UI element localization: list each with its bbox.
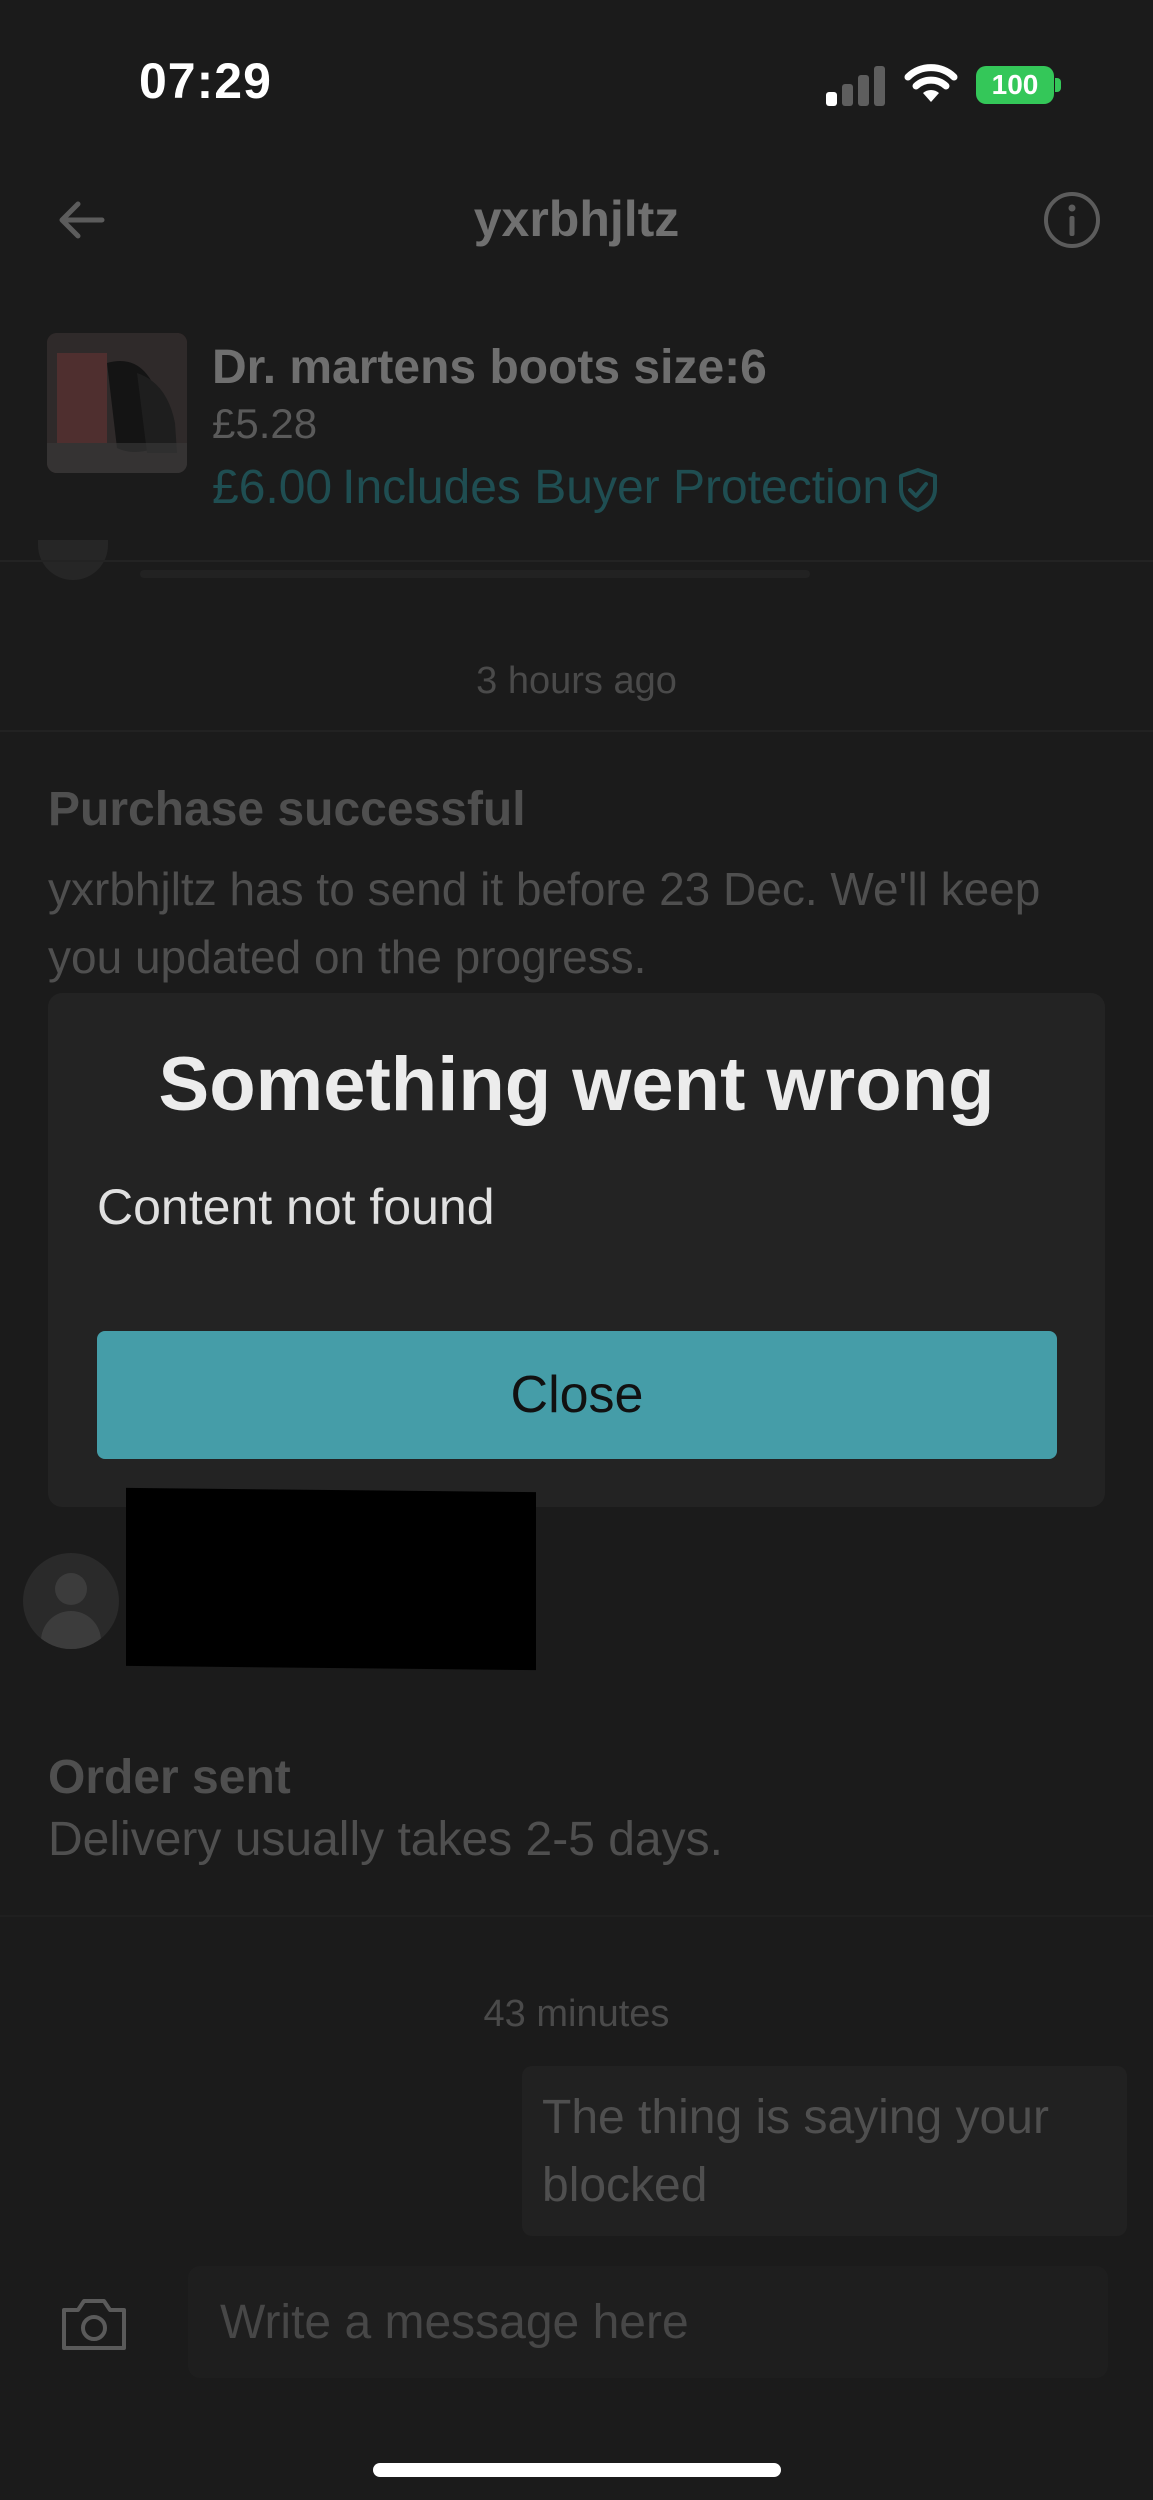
partial-message <box>140 570 810 578</box>
divider <box>0 1915 1153 1917</box>
timestamp: 43 minutes <box>483 1993 670 2035</box>
order-status-body: Delivery usually takes 2-5 days. <box>48 1813 723 1866</box>
item-title[interactable]: Dr. martens boots size:6 <box>212 340 767 395</box>
order-status-title: Order sent <box>48 1751 291 1804</box>
purchase-status-title: Purchase successful <box>48 783 526 836</box>
shield-check-icon <box>897 467 939 513</box>
close-button[interactable]: Close <box>97 1331 1057 1459</box>
home-indicator[interactable] <box>373 2463 781 2477</box>
item-thumbnail[interactable] <box>47 333 187 473</box>
item-total-price-row[interactable]: £6.00 Includes Buyer Protection <box>212 460 939 515</box>
message-text: The thing is saying your blocked <box>542 2091 1049 2212</box>
divider <box>0 560 1153 562</box>
dialog-title: Something went wrong <box>158 1042 995 1127</box>
wifi-icon <box>903 62 959 106</box>
timestamp: 3 hours ago <box>476 660 677 702</box>
battery-tip <box>1055 78 1061 92</box>
info-icon[interactable] <box>1042 190 1102 250</box>
status-time: 07:29 <box>139 53 272 109</box>
dialog-message: Content not found <box>97 1179 495 1235</box>
purchase-status-body: yxrbhjltz has to send it before 23 Dec. … <box>48 863 1041 983</box>
battery-indicator: 100 <box>976 66 1054 104</box>
signal-icon <box>826 64 886 106</box>
message-bubble[interactable]: The thing is saying your blocked <box>522 2066 1127 2236</box>
conversation-title: yxrbhjltz <box>473 191 680 247</box>
divider <box>0 730 1153 732</box>
item-price: £5.28 <box>212 400 318 447</box>
camera-icon[interactable] <box>58 2294 130 2354</box>
redacted-block <box>126 1487 536 1671</box>
buyer-protection-label: Includes Buyer Protection <box>342 461 890 514</box>
item-total-price: £6.00 <box>212 461 333 514</box>
error-dialog: Something went wrong Content not found C… <box>48 993 1105 1507</box>
message-input[interactable] <box>188 2266 1108 2378</box>
avatar[interactable] <box>23 1553 119 1649</box>
